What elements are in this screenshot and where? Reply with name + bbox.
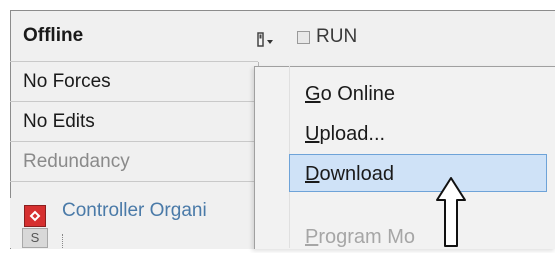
mode-dropdown-button[interactable]: [256, 30, 278, 50]
controller-organizer-icon[interactable]: [24, 205, 46, 227]
go-online-label: o Online: [320, 83, 396, 105]
tree-connector: [62, 234, 103, 248]
redundancy-label: Redundancy: [23, 150, 130, 172]
upload-accel: U: [305, 123, 320, 145]
menu-item-upload[interactable]: Upload...: [305, 123, 385, 146]
upload-label: pload...: [319, 123, 386, 145]
program-mode-label: rogram Mo: [318, 226, 416, 248]
forces-status[interactable]: No Forces: [10, 62, 258, 102]
controller-dropdown-icon: [257, 32, 273, 47]
menu-item-go-online[interactable]: Go Online: [305, 83, 395, 106]
mode-label: Offline: [23, 24, 84, 46]
edits-status[interactable]: No Edits: [10, 102, 258, 142]
menu-item-program-mode: Program Mo: [305, 226, 415, 249]
forces-label: No Forces: [23, 70, 111, 92]
run-label: RUN: [316, 26, 358, 47]
controller-mode-status[interactable]: Offline: [10, 10, 258, 62]
run-indicator: RUN: [297, 26, 357, 48]
window-top-margin: [0, 0, 555, 10]
go-online-accel: G: [305, 83, 321, 105]
download-accel: D: [305, 163, 320, 185]
download-label: ownload: [319, 163, 394, 185]
organizer-side-tab[interactable]: S: [22, 228, 48, 248]
controller-organizer-title: Controller Organi: [62, 200, 207, 221]
program-mode-accel: P: [305, 226, 319, 248]
redundancy-status[interactable]: Redundancy: [10, 142, 258, 182]
organizer-glyph-icon: [29, 210, 41, 222]
edits-label: No Edits: [23, 110, 95, 132]
arrow-cursor-icon: [434, 176, 468, 253]
run-led-icon: [297, 30, 310, 44]
menu-item-download[interactable]: Download: [305, 163, 394, 186]
